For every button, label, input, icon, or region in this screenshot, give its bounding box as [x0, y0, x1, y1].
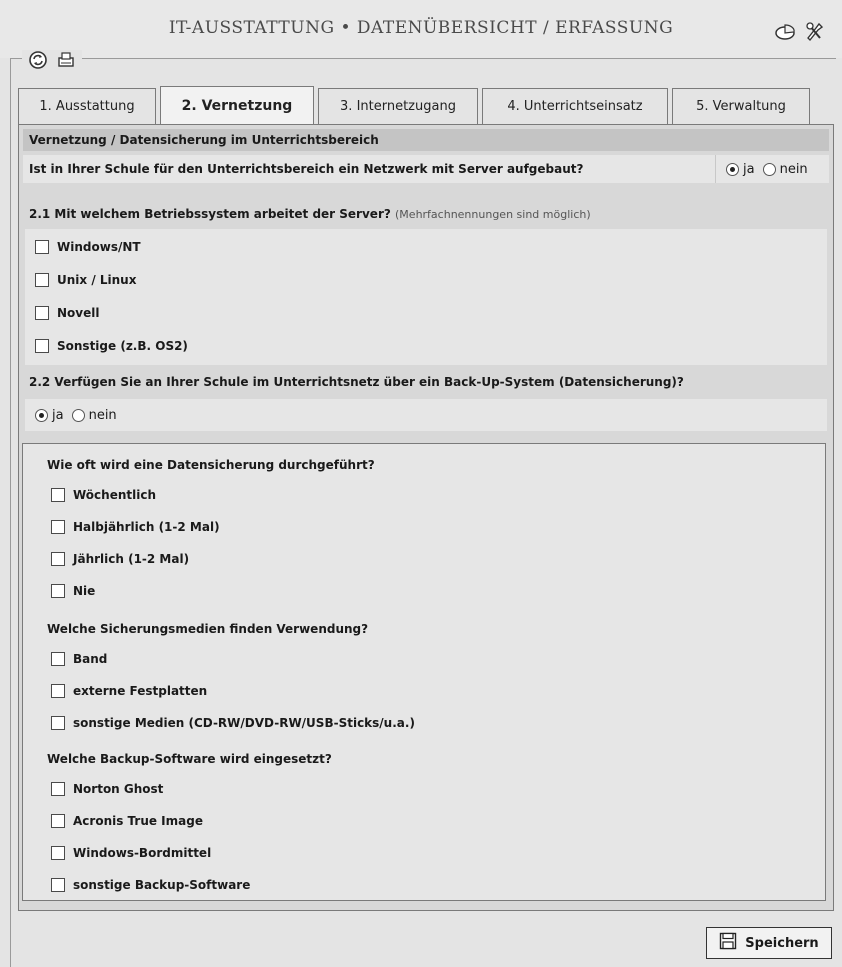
- option-label: Novell: [57, 306, 100, 320]
- checkbox[interactable]: [51, 584, 65, 598]
- q22-options: [25, 399, 827, 431]
- option-novell[interactable]: Novell: [35, 306, 99, 320]
- title-bar: IT-AUSSTATTUNG • DATENÜBERSICHT / ERFASS…: [0, 0, 842, 58]
- option-label: Nie: [73, 584, 96, 598]
- option-unix-linux[interactable]: Unix / Linux: [35, 273, 136, 287]
- radio-network-nein[interactable]: [762, 162, 776, 176]
- checkbox[interactable]: [51, 782, 65, 796]
- section-header: Vernetzung / Datensicherung im Unterrich…: [23, 129, 829, 151]
- option-label: Band: [73, 652, 108, 666]
- checkbox[interactable]: [35, 273, 49, 287]
- option-sonstige-software[interactable]: sonstige Backup-Software: [51, 878, 250, 892]
- checkbox[interactable]: [35, 339, 49, 353]
- option-label: sonstige Backup-Software: [73, 878, 251, 892]
- option-label: Sonstige (z.B. OS2): [57, 339, 188, 353]
- option-sonstige-medien[interactable]: sonstige Medien (CD-RW/DVD-RW/USB-Sticks…: [51, 716, 415, 730]
- radio-network-ja[interactable]: [726, 162, 739, 176]
- software-question: Welche Backup-Software wird eingesetzt?: [47, 752, 332, 766]
- checkbox[interactable]: [51, 846, 65, 860]
- checkbox[interactable]: [51, 652, 65, 666]
- radio-label-ja: ja: [52, 408, 64, 423]
- option-woechentlich[interactable]: Wöchentlich: [51, 488, 156, 502]
- checkbox[interactable]: [51, 814, 65, 828]
- checkbox[interactable]: [35, 306, 49, 320]
- network-question-row: Ist in Ihrer Schule für den Unterrichtsb…: [23, 155, 829, 183]
- save-button[interactable]: Speichern: [706, 927, 832, 959]
- q21-hint: (Mehrfachnennungen sind möglich): [395, 208, 591, 221]
- option-label: Windows-Bordmittel: [73, 846, 212, 860]
- option-sonstige-os[interactable]: Sonstige (z.B. OS2): [35, 339, 188, 353]
- radio-label-nein: nein: [88, 408, 117, 423]
- checkbox[interactable]: [51, 684, 65, 698]
- toolbar: [22, 50, 82, 70]
- option-label: Unix / Linux: [57, 273, 137, 287]
- print-icon[interactable]: [56, 50, 76, 70]
- option-label: Jährlich (1-2 Mal): [73, 552, 190, 566]
- tab-bar: 1. Ausstattung 2. Vernetzung 3. Internet…: [18, 86, 814, 124]
- save-icon: [719, 932, 737, 954]
- save-label: Speichern: [745, 935, 819, 951]
- option-label: externe Festplatten: [73, 684, 208, 698]
- q21-text: 2.1 Mit welchem Betriebssystem arbeitet …: [29, 207, 391, 221]
- q21-label: 2.1 Mit welchem Betriebssystem arbeitet …: [29, 207, 591, 221]
- option-externe-festplatten[interactable]: externe Festplatten: [51, 684, 207, 698]
- backup-answer: ja nein: [35, 408, 117, 423]
- radio-label-nein: nein: [779, 161, 808, 177]
- chart-icon[interactable]: [774, 20, 796, 42]
- tools-icon[interactable]: [804, 20, 826, 42]
- option-label: Acronis True Image: [73, 814, 203, 828]
- header-icons: [774, 20, 826, 42]
- option-label: Norton Ghost: [73, 782, 164, 796]
- option-label: Wöchentlich: [73, 488, 157, 502]
- option-windows-bordmittel[interactable]: Windows-Bordmittel: [51, 846, 211, 860]
- tab-unterrichtseinsatz[interactable]: 4. Unterrichtseinsatz: [482, 88, 668, 124]
- network-question: Ist in Ihrer Schule für den Unterrichtsb…: [29, 162, 584, 176]
- radio-backup-nein[interactable]: [71, 409, 85, 422]
- network-answer: ja nein: [715, 155, 829, 183]
- option-nie[interactable]: Nie: [51, 584, 95, 598]
- option-jaehrlich[interactable]: Jährlich (1-2 Mal): [51, 552, 189, 566]
- tab-ausstattung[interactable]: 1. Ausstattung: [18, 88, 156, 124]
- checkbox[interactable]: [51, 520, 65, 534]
- option-windows-nt[interactable]: Windows/NT: [35, 240, 141, 254]
- q22-label: 2.2 Verfügen Sie an Ihrer Schule im Unte…: [29, 375, 684, 389]
- backup-details: Wie oft wird eine Datensicherung durchge…: [22, 443, 826, 901]
- radio-backup-ja[interactable]: [35, 409, 48, 422]
- checkbox[interactable]: [51, 878, 65, 892]
- option-label: Halbjährlich (1-2 Mal): [73, 520, 220, 534]
- checkbox[interactable]: [51, 552, 65, 566]
- tab-internetzugang[interactable]: 3. Internetzugang: [318, 88, 478, 124]
- checkbox[interactable]: [51, 716, 65, 730]
- tab-verwaltung[interactable]: 5. Verwaltung: [672, 88, 810, 124]
- app-title: IT-AUSSTATTUNG • DATENÜBERSICHT / ERFASS…: [168, 18, 674, 38]
- option-band[interactable]: Band: [51, 652, 107, 666]
- option-norton-ghost[interactable]: Norton Ghost: [51, 782, 163, 796]
- refresh-icon[interactable]: [28, 50, 48, 70]
- option-halbjaehrlich[interactable]: Halbjährlich (1-2 Mal): [51, 520, 220, 534]
- tab-vernetzung[interactable]: 2. Vernetzung: [160, 86, 314, 124]
- option-acronis[interactable]: Acronis True Image: [51, 814, 203, 828]
- option-label: Windows/NT: [57, 240, 141, 254]
- option-label: sonstige Medien (CD-RW/DVD-RW/USB-Sticks…: [73, 716, 415, 730]
- frequency-question: Wie oft wird eine Datensicherung durchge…: [47, 458, 375, 472]
- checkbox[interactable]: [51, 488, 65, 502]
- media-question: Welche Sicherungsmedien finden Verwendun…: [47, 622, 369, 636]
- checkbox[interactable]: [35, 240, 49, 254]
- radio-label-ja: ja: [743, 161, 755, 177]
